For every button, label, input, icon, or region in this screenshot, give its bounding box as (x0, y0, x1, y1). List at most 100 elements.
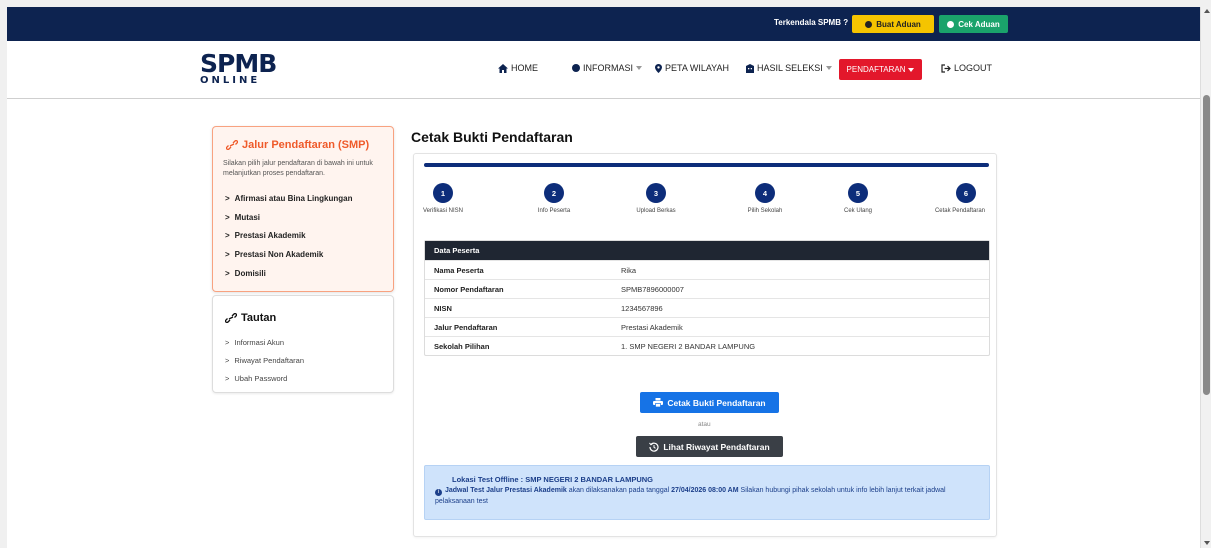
tautan-title-text: Tautan (241, 312, 277, 324)
nav-informasi-label: INFORMASI (583, 63, 634, 73)
buat-aduan-label: Buat Aduan (876, 19, 921, 29)
step-2-label: Info Peserta (537, 208, 571, 214)
main-navbar: SPMB ONLINE HOME INFORMASI PETA WILAYAH … (7, 41, 1200, 99)
step-6-circle: 6 (956, 183, 976, 203)
home-icon (498, 63, 508, 73)
scrollbar-thumb[interactable] (1203, 95, 1210, 395)
step-1-label: Verifikasi NISN (422, 208, 463, 214)
step-1-circle: 1 (433, 183, 453, 203)
buat-aduan-button[interactable]: Buat Aduan (852, 15, 934, 33)
row-value: SPMB7896000007 (621, 285, 684, 294)
nav-home[interactable]: HOME (498, 63, 538, 73)
logo-subtext: ONLINE (200, 75, 261, 86)
step-3-label: Upload Berkas (636, 208, 676, 214)
table-row: Sekolah Pilihan 1. SMP NEGERI 2 BANDAR LA… (425, 336, 989, 355)
tautan-card-title: Tautan (225, 312, 276, 324)
cek-aduan-label: Cek Aduan (958, 19, 1000, 29)
row-key: Nama Peserta (434, 266, 484, 275)
step-5-circle: 5 (848, 183, 868, 203)
info-icon (572, 64, 580, 72)
tautan-informasi-akun[interactable]: > Informasi Akun (225, 338, 284, 347)
step-4-circle: 4 (755, 183, 775, 203)
step-4-label: Pilih Sekolah (747, 208, 783, 214)
jalur-item-label: Domisili (234, 269, 266, 278)
cetak-bukti-card: 1 2 3 4 5 6 Verifikasi NISN Info Peserta… (413, 153, 997, 537)
jadwal-test-alert: Lokasi Test Offline : SMP NEGERI 2 BANDA… (424, 465, 990, 520)
jalur-item-label: Afirmasi atau Bina Lingkungan (234, 194, 353, 203)
nav-hasil-label: HASIL SELEKSI (757, 63, 823, 73)
nav-peta-label: PETA WILAYAH (665, 63, 730, 73)
caret-down-icon (908, 67, 915, 72)
map-marker-icon (655, 63, 662, 73)
scroll-down-icon[interactable] (1204, 541, 1210, 545)
chevron-right-icon: > (225, 338, 230, 347)
row-value: Rika (621, 266, 637, 275)
jalur-item-domisili[interactable]: > Domisili (225, 269, 266, 278)
history-icon (649, 442, 659, 452)
row-key: Jalur Pendaftaran (434, 323, 498, 332)
jalur-card-title: Jalur Pendaftaran (SMP) (226, 139, 369, 151)
nav-hasil-seleksi[interactable]: HASIL SELEKSI (746, 63, 832, 73)
browser-viewport: Terkendala SPMB ? Buat Aduan Cek Aduan S… (7, 7, 1200, 548)
nav-logout[interactable]: LOGOUT (941, 63, 992, 73)
jalur-item-label: Prestasi Akademik (234, 231, 306, 240)
progress-bar (424, 163, 989, 167)
chevron-right-icon: > (225, 356, 230, 365)
step-3-circle: 3 (646, 183, 666, 203)
nav-pendaftaran-button[interactable]: PENDAFTARAN (839, 59, 922, 80)
nav-pendaftaran-label: PENDAFTARAN (846, 65, 906, 74)
cetak-bukti-label: Cetak Bukti Pendaftaran (667, 397, 766, 408)
scroll-up-icon[interactable] (1204, 9, 1210, 13)
jalur-item-prestasi-akademik[interactable]: > Prestasi Akademik (225, 231, 306, 240)
cek-aduan-button[interactable]: Cek Aduan (939, 15, 1008, 33)
nav-peta-wilayah[interactable]: PETA WILAYAH (655, 63, 729, 73)
tautan-riwayat-pendaftaran[interactable]: > Riwayat Pendaftaran (225, 356, 304, 365)
table-row: Nomor Pendaftaran SPMB7896000007 (425, 279, 989, 298)
sign-out-icon (941, 63, 951, 73)
jalur-item-label: Mutasi (234, 213, 261, 222)
chevron-right-icon: > (225, 194, 230, 203)
jalur-item-afirmasi[interactable]: > Afirmasi atau Bina Lingkungan (225, 194, 352, 203)
jalur-item-mutasi[interactable]: > Mutasi (225, 213, 260, 222)
chevron-right-icon: > (225, 213, 230, 222)
table-row: Jalur Pendaftaran Prestasi Akademik (425, 317, 989, 336)
nav-informasi[interactable]: INFORMASI (572, 63, 643, 73)
chevron-right-icon: > (225, 250, 230, 259)
jadwal-jalur-label: Jadwal Test Jalur Prestasi Akademik (445, 487, 567, 494)
tautan-item-label: Ubah Password (234, 374, 288, 383)
step-6-label: Cetak Pendaftaran (934, 208, 986, 214)
chevron-right-icon: > (225, 374, 230, 383)
cetak-bukti-button[interactable]: Cetak Bukti Pendaftaran (640, 392, 779, 413)
tautan-ubah-password[interactable]: > Ubah Password (225, 374, 287, 383)
jalur-item-prestasi-non-akademik[interactable]: > Prestasi Non Akademik (225, 250, 323, 259)
top-bar: Terkendala SPMB ? Buat Aduan Cek Aduan (7, 7, 1200, 41)
lihat-riwayat-button[interactable]: Lihat Riwayat Pendaftaran (636, 436, 783, 457)
link-icon (225, 313, 237, 323)
tautan-card: Tautan > Informasi Akun > Riwayat Pendafta… (212, 295, 394, 393)
help-label: Terkendala SPMB ? (774, 18, 849, 27)
check-circle-icon (947, 20, 955, 28)
nav-logout-label: LOGOUT (954, 63, 993, 73)
logo-text: SPMB (200, 49, 277, 78)
tautan-item-label: Informasi Akun (234, 338, 284, 347)
page-title: Cetak Bukti Pendaftaran (411, 129, 573, 145)
jalur-item-label: Prestasi Non Akademik (234, 250, 324, 259)
link-icon (226, 140, 238, 150)
info-circle-icon: i (435, 489, 442, 496)
chevron-down-icon (825, 66, 832, 70)
table-row: Nama Peserta Rika (425, 260, 989, 279)
chevron-right-icon: > (225, 231, 230, 240)
plus-circle-icon (865, 20, 873, 28)
print-icon (653, 398, 664, 407)
row-value: 1234567896 (621, 304, 663, 313)
chevron-right-icon: > (225, 269, 230, 278)
jadwal-mid-text: akan dilaksanakan pada tanggal (566, 487, 672, 494)
step-5-label: Cek Ulang (843, 208, 872, 214)
row-value: 1. SMP NEGERI 2 BANDAR LAMPUNG (621, 342, 756, 351)
spmb-logo[interactable]: SPMB ONLINE (200, 49, 290, 86)
data-peserta-table: Data Peserta Nama Peserta Rika Nomor Pend… (424, 240, 990, 356)
row-value: Prestasi Akademik (621, 323, 683, 332)
vertical-scrollbar[interactable] (1200, 7, 1211, 548)
jalur-description: Silakan pilih jalur pendaftaran di bawah… (223, 160, 373, 177)
table-row: NISN 1234567896 (425, 298, 989, 317)
